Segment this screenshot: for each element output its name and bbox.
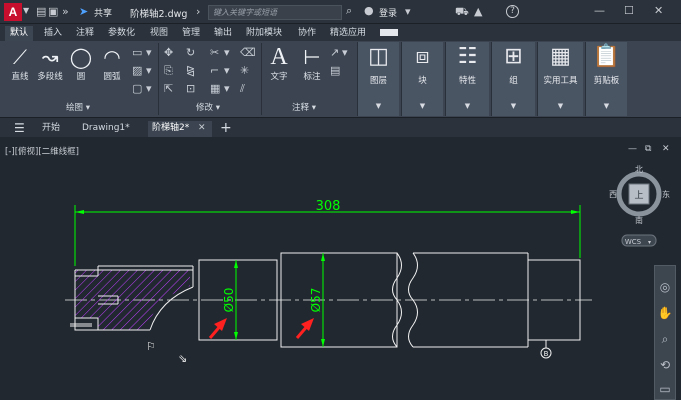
- pan-icon[interactable]: ✋: [655, 306, 675, 320]
- dimension-length[interactable]: [74, 205, 581, 266]
- dimension-d57-text[interactable]: Ø57: [309, 288, 323, 313]
- viewcube[interactable]: 上 北 南 东 西 WCS ▾: [609, 165, 670, 247]
- orbit-icon[interactable]: ⟲: [655, 358, 675, 372]
- balloon-label: B: [544, 350, 549, 358]
- viewcube-east[interactable]: 东: [662, 189, 670, 199]
- viewcube-north[interactable]: 北: [635, 165, 643, 174]
- steering-wheel-icon[interactable]: ◎: [655, 280, 675, 294]
- drawing-canvas: 上 北 南 东 西 WCS ▾ ⚐ ⇘ B 308 Ø50 Ø57: [65, 165, 670, 365]
- wcs-label: WCS: [625, 238, 642, 246]
- callout-arrow-d50: [208, 318, 227, 339]
- wcs-caret-icon[interactable]: ▾: [648, 239, 651, 246]
- dimension-length-text[interactable]: 308: [316, 199, 341, 214]
- viewcube-face-label: 上: [634, 190, 643, 201]
- showmotion-icon[interactable]: ▭: [655, 382, 675, 396]
- zoom-icon[interactable]: ⌕: [655, 332, 675, 347]
- navigation-bar: ◎ ✋ ⌕ ⟲ ▭: [654, 265, 676, 400]
- section-arrow-symbol: ⚐: [146, 340, 156, 353]
- viewcube-west[interactable]: 西: [609, 190, 617, 199]
- viewcube-south[interactable]: 南: [635, 215, 643, 225]
- dimension-d50-text[interactable]: Ø50: [222, 288, 236, 313]
- view-arrow-symbol: ⇘: [178, 352, 187, 365]
- callout-arrow-d57: [295, 318, 314, 339]
